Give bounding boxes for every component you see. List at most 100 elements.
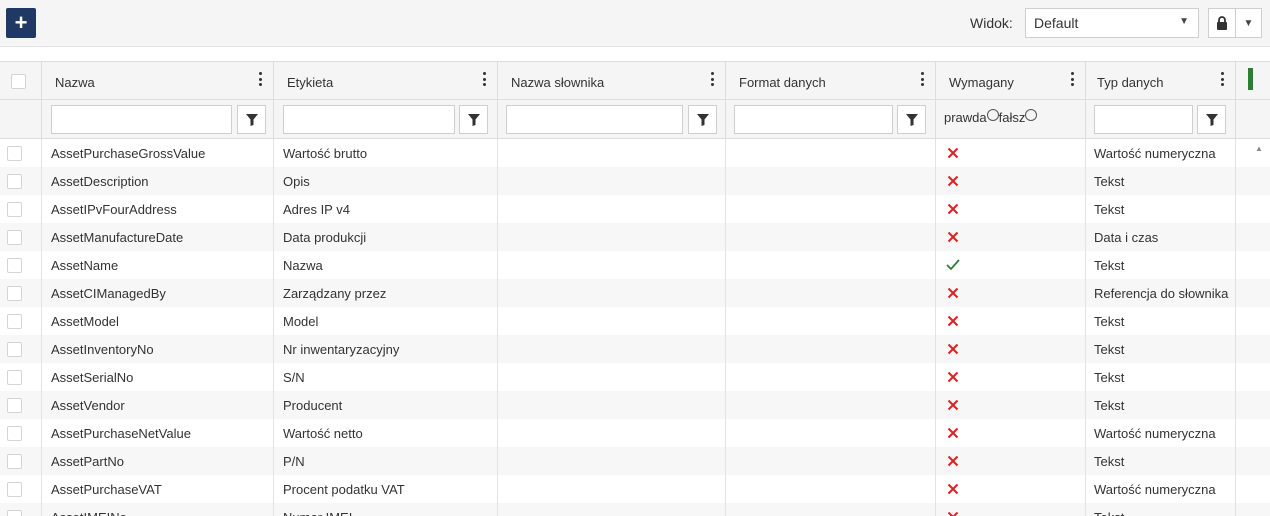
required-cell — [936, 363, 1086, 391]
cell-text: Tekst — [1094, 454, 1125, 469]
table-row[interactable]: AssetModel Model Tekst — [0, 307, 1270, 335]
dictionary-cell — [498, 475, 726, 503]
row-checkbox[interactable] — [7, 258, 22, 273]
row-checkbox[interactable] — [7, 286, 22, 301]
table-row[interactable]: AssetIPvFourAddress Adres IP v4 Tekst — [0, 195, 1270, 223]
column-title: Nazwa — [55, 75, 95, 90]
filter-button[interactable] — [459, 105, 488, 134]
add-button[interactable]: + — [6, 8, 36, 38]
data-grid: Nazwa Etykieta Nazwa słownika Format dan… — [0, 61, 1270, 516]
table-row[interactable]: AssetName Nazwa Tekst — [0, 251, 1270, 279]
column-header-label[interactable]: Etykieta — [274, 62, 498, 99]
filter-icon — [245, 113, 258, 126]
table-row[interactable]: AssetVendor Producent Tekst — [0, 391, 1270, 419]
filter-button[interactable] — [1197, 105, 1226, 134]
row-checkbox[interactable] — [7, 482, 22, 497]
column-title: Format danych — [739, 75, 826, 90]
cell-text: Tekst — [1094, 370, 1125, 385]
table-row[interactable]: AssetInventoryNo Nr inwentaryzacyjny Tekst — [0, 335, 1270, 363]
row-checkbox[interactable] — [7, 342, 22, 357]
scroll-up-icon[interactable]: ▲ — [1255, 144, 1263, 153]
column-header-required[interactable]: Wymagany — [936, 62, 1086, 99]
row-checkbox[interactable] — [7, 398, 22, 413]
table-row[interactable]: AssetPurchaseGrossValue Wartość brutto War… — [0, 139, 1270, 167]
label-cell: S/N — [274, 363, 498, 391]
filter-button[interactable] — [897, 105, 926, 134]
select-all-cell — [0, 62, 42, 99]
required-cell — [936, 391, 1086, 419]
radio-true[interactable] — [986, 109, 999, 121]
table-row[interactable]: AssetSerialNo S/N Tekst — [0, 363, 1270, 391]
cell-text: Numer IMEI — [283, 510, 352, 516]
filter-input[interactable] — [1094, 105, 1193, 134]
row-checkbox[interactable] — [7, 146, 22, 161]
row-checkbox[interactable] — [7, 370, 22, 385]
format-cell — [726, 363, 936, 391]
column-menu-icon[interactable] — [483, 72, 487, 88]
table-row[interactable]: AssetPartNo P/N Tekst — [0, 447, 1270, 475]
label-cell: Numer IMEI — [274, 503, 498, 516]
grid-body: AssetPurchaseGrossValue Wartość brutto War… — [0, 139, 1270, 516]
row-checkbox[interactable] — [7, 230, 22, 245]
type-cell: Tekst — [1086, 363, 1236, 391]
format-cell — [726, 391, 936, 419]
filter-button[interactable] — [688, 105, 717, 134]
select-all-checkbox[interactable] — [11, 74, 26, 89]
column-title: Etykieta — [287, 75, 334, 90]
column-toggle-icon[interactable] — [1248, 68, 1253, 90]
filter-input[interactable] — [51, 105, 232, 134]
table-row[interactable]: AssetPurchaseVAT Procent podatku VAT Warto… — [0, 475, 1270, 503]
lock-button[interactable] — [1208, 8, 1236, 38]
row-select-cell — [0, 139, 42, 167]
label-cell: Wartość brutto — [274, 139, 498, 167]
column-title: Wymagany — [949, 75, 1014, 90]
column-menu-icon[interactable] — [921, 72, 925, 88]
column-menu-icon[interactable] — [711, 72, 715, 88]
table-row[interactable]: AssetDescription Opis Tekst — [0, 167, 1270, 195]
dictionary-cell — [498, 167, 726, 195]
column-menu-icon[interactable] — [259, 72, 263, 88]
table-row[interactable]: AssetCIManagedBy Zarządzany przez Referenc… — [0, 279, 1270, 307]
row-checkbox[interactable] — [7, 314, 22, 329]
cell-text: AssetModel — [51, 314, 119, 329]
column-menu-icon[interactable] — [1221, 72, 1225, 88]
column-header-dictionary[interactable]: Nazwa słownika — [498, 62, 726, 99]
table-row[interactable]: AssetIMEINo Numer IMEI Tekst — [0, 503, 1270, 516]
type-cell: Tekst — [1086, 195, 1236, 223]
view-select[interactable]: Default ▼ — [1025, 8, 1199, 38]
cell-text: Adres IP v4 — [283, 202, 350, 217]
radio-false[interactable] — [1025, 109, 1038, 121]
filter-input[interactable] — [734, 105, 893, 134]
required-cell — [936, 251, 1086, 279]
row-checkbox[interactable] — [7, 426, 22, 441]
row-checkbox[interactable] — [7, 454, 22, 469]
label-cell: Model — [274, 307, 498, 335]
cross-icon — [947, 511, 959, 516]
table-row[interactable]: AssetPurchaseNetValue Wartość netto Wartoś… — [0, 419, 1270, 447]
cross-icon — [947, 343, 959, 355]
name-cell: AssetPurchaseNetValue — [42, 419, 274, 447]
row-select-cell — [0, 419, 42, 447]
label-cell: Data produkcji — [274, 223, 498, 251]
cell-text: P/N — [283, 454, 305, 469]
filter-button[interactable] — [237, 105, 266, 134]
column-header-name[interactable]: Nazwa — [42, 62, 274, 99]
required-cell — [936, 139, 1086, 167]
column-header-type[interactable]: Typ danych — [1086, 62, 1236, 99]
cell-text: Tekst — [1094, 398, 1125, 413]
filter-input[interactable] — [283, 105, 455, 134]
filter-input[interactable] — [506, 105, 683, 134]
row-checkbox[interactable] — [7, 174, 22, 189]
required-cell — [936, 279, 1086, 307]
filter-icon — [1205, 113, 1218, 126]
format-cell — [726, 475, 936, 503]
column-header-format[interactable]: Format danych — [726, 62, 936, 99]
table-row[interactable]: AssetManufactureDate Data produkcji Data i… — [0, 223, 1270, 251]
required-cell — [936, 335, 1086, 363]
view-menu-button[interactable]: ▼ — [1236, 8, 1262, 38]
column-menu-icon[interactable] — [1071, 72, 1075, 88]
cell-text: AssetManufactureDate — [51, 230, 184, 245]
row-checkbox[interactable] — [7, 202, 22, 217]
format-cell — [726, 167, 936, 195]
row-checkbox[interactable] — [7, 510, 22, 516]
